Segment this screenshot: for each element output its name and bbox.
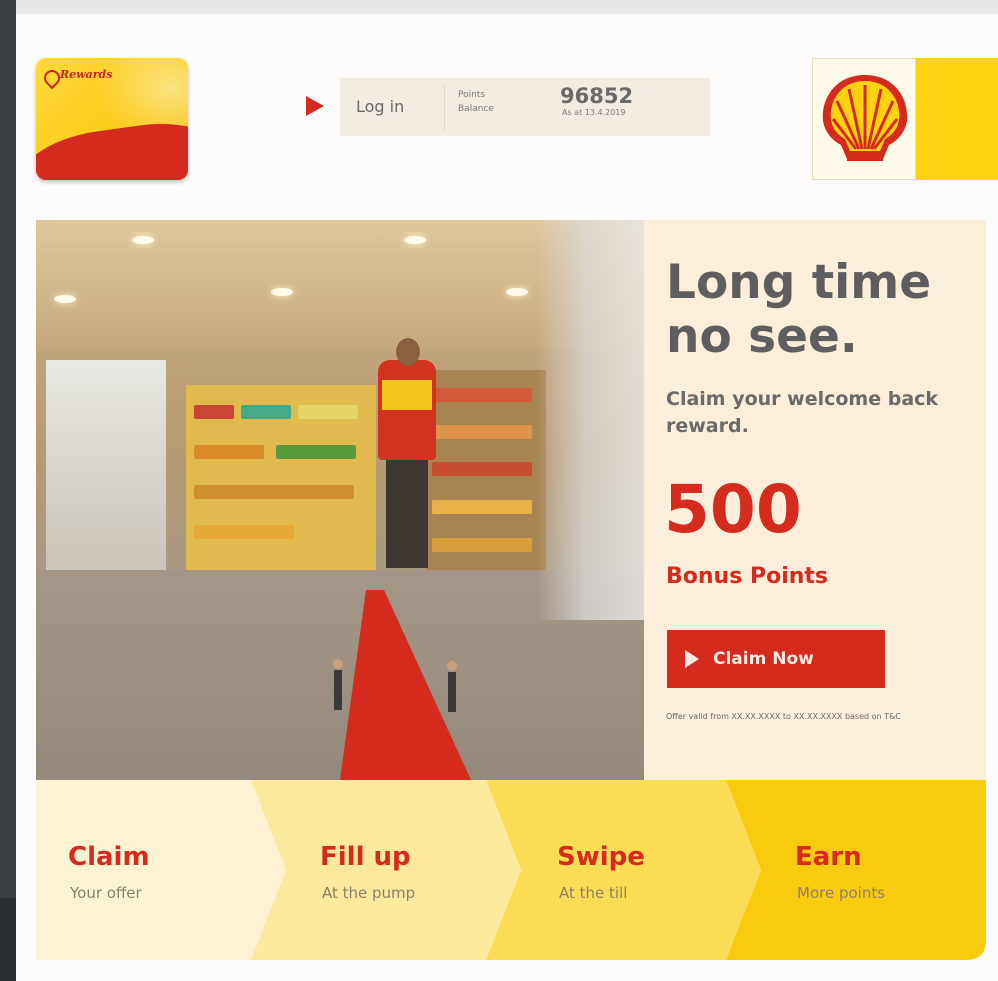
step-claim: Claim Your offer xyxy=(36,780,251,960)
login-divider xyxy=(444,84,445,130)
step-subtitle: Your offer xyxy=(70,884,142,902)
claim-now-label: Claim Now xyxy=(713,649,814,669)
points-balance-label: Points Balance xyxy=(458,90,494,114)
hero-banner: Long time no see. Claim your welcome bac… xyxy=(36,220,986,780)
bonus-points-label: Bonus Points xyxy=(666,564,829,589)
card-brand-text: Rewards xyxy=(60,68,113,81)
step-earn: Earn More points xyxy=(761,780,981,960)
step-title: Fill up xyxy=(320,842,411,872)
login-points-bar: Log in Points Balance 96852 As at 13.4.2… xyxy=(340,78,710,136)
step-subtitle: More points xyxy=(797,884,886,902)
step-title: Swipe xyxy=(557,842,645,872)
shell-pecten-icon xyxy=(822,75,908,161)
step-subtitle: At the till xyxy=(559,884,628,902)
step-swipe: Swipe At the till xyxy=(521,780,721,960)
login-play-arrow-icon[interactable] xyxy=(306,96,324,116)
login-button[interactable]: Log in xyxy=(356,97,404,116)
step-fill-up: Fill up At the pump xyxy=(286,780,486,960)
steps-strip: Claim Your offer Fill up At the pump Swi… xyxy=(36,780,986,960)
points-balance-value: 96852 xyxy=(560,84,634,108)
shell-logo-frame xyxy=(812,58,916,180)
bonus-points-number: 500 xyxy=(664,471,802,548)
email-canvas: Rewards Log in Points Balance 96852 As a… xyxy=(16,0,998,981)
claim-now-button[interactable]: Claim Now xyxy=(667,630,885,688)
loyalty-card-image: Rewards xyxy=(36,58,188,180)
play-arrow-icon xyxy=(685,650,699,668)
top-shadow xyxy=(16,0,998,14)
background-edge xyxy=(0,898,16,981)
step-subtitle: At the pump xyxy=(322,884,416,902)
red-carpet xyxy=(333,590,471,780)
store-photo xyxy=(36,220,644,780)
points-balance-date: As at 13.4.2019 xyxy=(562,108,626,117)
shell-logo-block xyxy=(812,58,998,180)
hero-subhead: Claim your welcome back reward. xyxy=(666,388,939,437)
hero-headline: Long time no see. xyxy=(666,255,932,364)
step-title: Claim xyxy=(68,842,150,872)
step-title: Earn xyxy=(795,842,862,872)
offer-terms-note: Offer valid from XX.XX.XXXX to XX.XX.XXX… xyxy=(666,712,901,721)
